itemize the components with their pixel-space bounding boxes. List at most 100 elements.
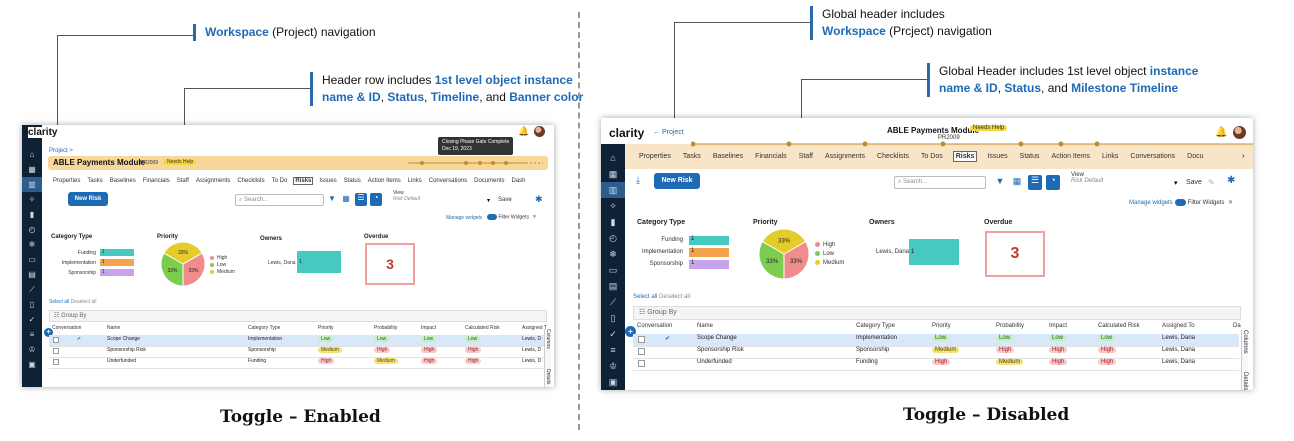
right-column-header[interactable]: Priority <box>932 323 951 329</box>
left-list-icon[interactable]: ☰ <box>355 193 367 206</box>
left-column-header[interactable]: Name <box>107 325 120 331</box>
right-export-icon[interactable]: ⤓ <box>636 175 640 186</box>
left-row-checkbox[interactable] <box>53 348 59 354</box>
right-tab-to-dos[interactable]: To Dos <box>919 152 945 161</box>
right-close-icon[interactable]: ✕ <box>1228 200 1233 206</box>
left-close-icon[interactable]: ✕ <box>532 214 536 220</box>
right-view-select[interactable]: View Risk Default <box>1071 172 1181 184</box>
right-cell-name[interactable]: Sponsorship Risk <box>697 347 744 353</box>
right-row-checkbox[interactable] <box>638 336 645 343</box>
left-cell-name[interactable]: Sponsorship Risk <box>107 347 146 353</box>
right-filter-toggle[interactable]: Filter Widgets ✕ <box>1175 199 1233 206</box>
left-select-all-link[interactable]: Select all <box>49 299 69 305</box>
left-view-chevron-icon[interactable]: ▾ <box>487 197 490 204</box>
left-owner-bar[interactable]: 1 <box>297 251 341 273</box>
left-save-button[interactable]: Save <box>498 197 512 203</box>
left-tab-tasks[interactable]: Tasks <box>86 178 103 184</box>
right-column-header[interactable]: Impact <box>1049 323 1067 329</box>
left-tab-issues[interactable]: Issues <box>318 178 337 184</box>
right-edit-icon[interactable]: ✎ <box>1208 178 1215 187</box>
sidebar-db-icon[interactable]: ▤ <box>601 278 625 294</box>
right-tab-scroll-icon[interactable]: › <box>1242 151 1245 160</box>
sidebar-home-icon[interactable]: ⌂ <box>22 147 42 162</box>
sidebar-monitor-icon[interactable]: ▭ <box>601 262 625 278</box>
sidebar-chart-icon[interactable]: ▥ <box>601 182 625 198</box>
right-group-by[interactable]: ☷ Group By <box>633 306 1241 320</box>
left-view-select[interactable]: View Risk Default <box>393 190 493 202</box>
left-overdue-box[interactable]: 3 <box>365 243 415 285</box>
left-tab-status[interactable]: Status <box>343 178 362 184</box>
sidebar-db-icon[interactable]: ▤ <box>22 267 42 282</box>
right-tab-status[interactable]: Status <box>1018 152 1042 161</box>
left-breadcrumb[interactable]: Project > <box>49 148 73 154</box>
sidebar-clip-icon[interactable]: ▣ <box>601 374 625 390</box>
right-row-checkbox[interactable] <box>638 360 645 367</box>
sidebar-bulb-icon[interactable]: ✧ <box>601 198 625 214</box>
right-avatar[interactable] <box>1233 126 1246 139</box>
left-board-icon[interactable]: ▦ <box>341 194 351 206</box>
sidebar-trend-icon[interactable]: ⟋ <box>601 294 625 310</box>
left-group-by[interactable]: ☷ Group By <box>49 310 547 322</box>
right-toggle-switch[interactable] <box>1175 199 1186 206</box>
sidebar-org-icon[interactable]: ♔ <box>22 342 42 357</box>
right-column-header[interactable]: Calculated Risk <box>1098 323 1140 329</box>
left-tab-to-do[interactable]: To Do <box>271 178 289 184</box>
left-tab-properties[interactable]: Properties <box>52 178 81 184</box>
left-column-header[interactable]: Conversation <box>52 325 81 331</box>
left-tab-dash[interactable]: Dash <box>510 178 526 184</box>
right-widgets-icon[interactable]: ◔ <box>1046 175 1060 190</box>
left-tab-checklists[interactable]: Checklists <box>236 178 265 184</box>
sidebar-gauge-icon[interactable]: ◴ <box>601 230 625 246</box>
left-tab-assignments[interactable]: Assignments <box>195 178 231 184</box>
left-column-header[interactable]: Assigned T <box>522 325 547 331</box>
right-bell-icon[interactable]: 🔔 <box>1215 127 1227 138</box>
right-columns-tab[interactable]: Columns <box>1241 330 1248 372</box>
left-column-header[interactable]: Impact <box>421 325 436 331</box>
right-back-link[interactable]: ← Project <box>653 129 684 136</box>
sidebar-snow-icon[interactable]: ❄ <box>22 237 42 252</box>
left-tab-staff[interactable]: Staff <box>176 178 190 184</box>
left-column-header[interactable]: Category Type <box>248 325 280 331</box>
right-list-icon[interactable]: ☰ <box>1028 175 1042 190</box>
right-board-icon[interactable]: ▦ <box>1011 176 1023 189</box>
left-deselect-all-link[interactable]: Deselect all <box>71 299 97 305</box>
right-tab-tasks[interactable]: Tasks <box>681 152 703 161</box>
right-column-header[interactable]: Da <box>1233 323 1241 329</box>
left-tab-documents[interactable]: Documents <box>473 178 505 184</box>
right-tab-staff[interactable]: Staff <box>797 152 815 161</box>
sidebar-list-icon[interactable]: ≡ <box>22 327 42 342</box>
sidebar-trend-icon[interactable]: ⟋ <box>22 282 42 297</box>
right-view-chevron-icon[interactable]: ▾ <box>1174 179 1178 187</box>
right-tab-issues[interactable]: Issues <box>985 152 1009 161</box>
sidebar-check-icon[interactable]: ✓ <box>601 326 625 342</box>
left-cell-name[interactable]: Scope Change <box>107 336 140 342</box>
right-tab-assignments[interactable]: Assignments <box>823 152 867 161</box>
right-category-bar[interactable]: 1 <box>689 236 729 245</box>
left-category-bar[interactable]: 1 <box>100 269 134 276</box>
right-category-bar[interactable]: 1 <box>689 260 729 269</box>
right-overdue-box[interactable]: 3 <box>985 231 1045 277</box>
sidebar-gauge-icon[interactable]: ◴ <box>22 222 42 237</box>
right-tab-financials[interactable]: Financials <box>753 152 789 161</box>
left-column-header[interactable]: Priority <box>318 325 334 331</box>
left-details-tab[interactable]: Details <box>544 369 551 387</box>
sidebar-home-icon[interactable]: ⌂ <box>601 150 625 166</box>
right-column-header[interactable]: Name <box>697 323 713 329</box>
right-column-header[interactable]: Conversation <box>637 323 672 329</box>
right-new-risk-button[interactable]: New Risk <box>654 173 700 189</box>
right-details-tab[interactable]: Details <box>1241 372 1248 390</box>
right-column-header[interactable]: Assigned To <box>1162 323 1195 329</box>
left-widgets-icon[interactable]: ◔ <box>370 193 382 206</box>
left-tab-financials[interactable]: Financials <box>142 178 171 184</box>
right-cell-name[interactable]: Underfunded <box>697 359 732 365</box>
right-tab-links[interactable]: Links <box>1100 152 1120 161</box>
sidebar-monitor-icon[interactable]: ▭ <box>22 252 42 267</box>
left-columns-tab[interactable]: Columns <box>544 329 551 369</box>
right-tab-docu[interactable]: Docu <box>1185 152 1205 161</box>
left-new-risk-button[interactable]: New Risk <box>68 192 108 206</box>
sidebar-clip-icon[interactable]: ▣ <box>22 357 42 372</box>
left-gear-icon[interactable]: ✱ <box>535 194 543 205</box>
sidebar-bulb-icon[interactable]: ✧ <box>22 192 42 207</box>
sidebar-doc-icon[interactable]: ▯ <box>22 297 42 312</box>
left-search-input[interactable]: ⌕ Search... <box>235 194 324 206</box>
